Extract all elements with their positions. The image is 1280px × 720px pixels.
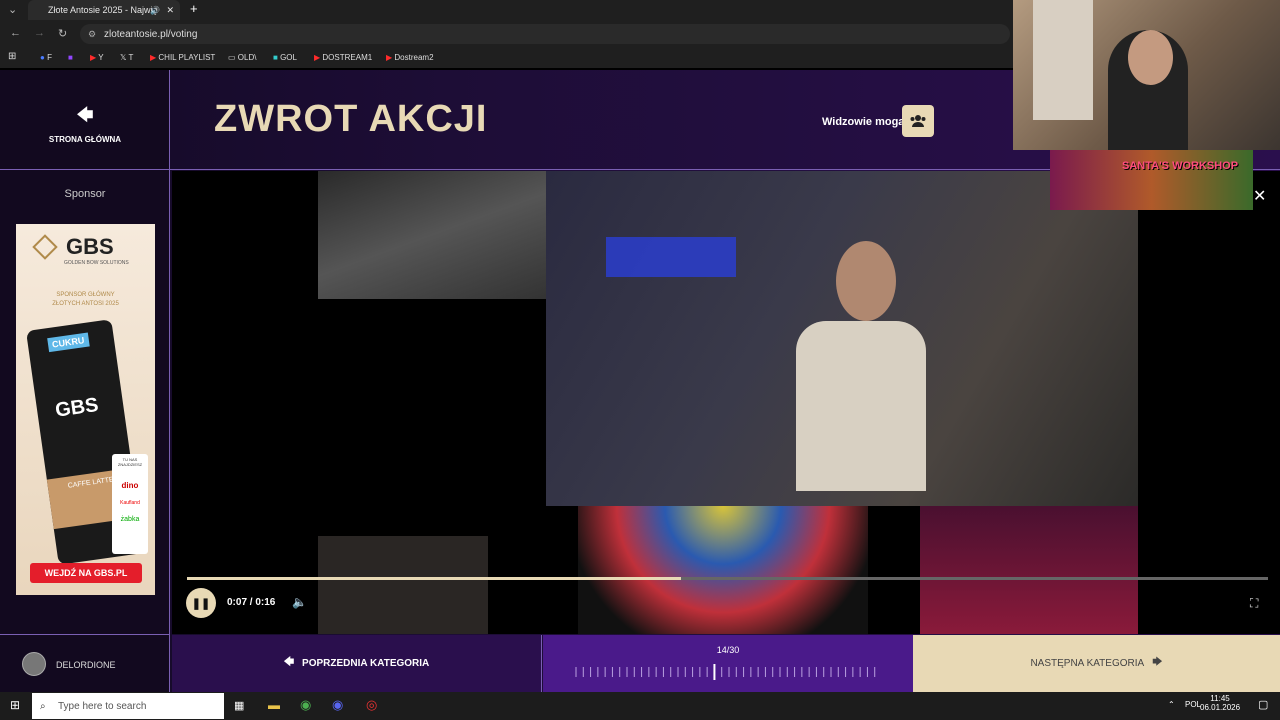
youtube-icon: ▶ — [314, 53, 321, 62]
next-category-button[interactable]: NASTĘPNA KATEGORIA 🡆 — [913, 635, 1280, 692]
bookmark-gol[interactable]: ■ GOL — [273, 53, 297, 62]
clock-time: 11:45 — [1210, 694, 1230, 703]
chrome-icon[interactable]: ◉ — [300, 697, 311, 713]
webcam-overlay — [1013, 0, 1280, 150]
prev-label: POPRZEDNIA KATEGORIA — [302, 658, 430, 669]
back-icon[interactable]: ← — [10, 27, 21, 39]
arrow-right-icon: 🡆 — [1152, 657, 1163, 668]
banner-text: SANTA'S WORKSHOP — [1122, 160, 1239, 172]
home-link[interactable]: 🡄 STRONA GŁÓWNA — [40, 104, 130, 144]
username: DELORDIONE — [56, 660, 116, 670]
bookmark-dostream2[interactable]: ▶ Dostream2 — [386, 53, 434, 62]
ad-brand-sub: GOLDEN BOW SOLUTIONS — [64, 260, 129, 266]
bookmark-y[interactable]: ▶ Y — [90, 53, 104, 62]
arrow-left-icon: 🡄 — [283, 657, 295, 668]
forward-icon[interactable]: → — [34, 27, 45, 39]
apps-icon[interactable]: ⊞ — [8, 51, 16, 62]
shop-zabka: żabka — [120, 516, 140, 523]
home-label: STRONA GŁÓWNA — [48, 135, 122, 144]
browser-tab[interactable]: Złote Antosie 2025 - Najwię 🔊 ✕ — [28, 0, 180, 20]
avatar[interactable] — [22, 652, 46, 676]
shops-title: TU NAS ZNAJDZIESZ — [117, 457, 143, 467]
ad-tagline-2: ZŁOTYCH ANTOSI 2025 — [52, 301, 119, 307]
bookmark-old[interactable]: ▭ OLD\ — [228, 53, 256, 62]
fullscreen-icon[interactable]: ⛶ — [1250, 596, 1258, 611]
shops-panel: TU NAS ZNAJDZIESZ dino Kaufland żabka — [112, 454, 148, 554]
site-info-icon[interactable]: ⚙ — [88, 29, 96, 40]
clock-date: 06.01.2026 — [1200, 703, 1241, 712]
tab-title: Złote Antosie 2025 - Najwię — [48, 5, 158, 15]
video-inset-red — [920, 506, 1138, 634]
file-explorer-icon[interactable]: ▬ — [268, 698, 280, 712]
page-title: ZWROT AKCJI — [214, 98, 488, 140]
progress-fill — [187, 577, 682, 580]
pause-button[interactable]: ❚❚ — [186, 588, 216, 618]
video-inset-streamer — [318, 171, 546, 299]
can-label: CUKRU — [47, 332, 90, 353]
face-shape — [1128, 30, 1173, 85]
folder-icon: ▭ — [228, 53, 236, 62]
window-shape — [1033, 0, 1093, 120]
x-icon: 𝕏 — [120, 53, 127, 62]
overlay-banner — [1050, 150, 1253, 210]
viewers-button[interactable] — [902, 105, 934, 137]
pause-icon: ❚❚ — [191, 597, 211, 610]
youtube-icon: ▶ — [90, 53, 97, 62]
windows-start-icon[interactable]: ⊞ — [10, 698, 20, 712]
video-main-frame — [546, 171, 1138, 506]
video-player[interactable] — [172, 171, 1280, 634]
gbs-logo-icon — [32, 234, 58, 260]
ad-brand: GBS — [66, 234, 114, 259]
close-icon[interactable]: ✕ — [1253, 186, 1266, 206]
youtube-icon: ▶ — [150, 53, 157, 62]
lamp-glow — [606, 237, 736, 277]
task-view-icon[interactable]: ▦ — [234, 699, 244, 712]
can-brand: GBS — [53, 393, 100, 422]
tab-list-icon[interactable]: ⌄ — [8, 3, 17, 16]
sponsor-ad[interactable]: GBS GOLDEN BOW SOLUTIONS SPONSOR GŁÓWNY … — [16, 224, 155, 595]
next-label: NASTĘPNA KATEGORIA — [1030, 658, 1145, 669]
language-indicator[interactable]: POL — [1185, 700, 1201, 709]
search-placeholder: Type here to search — [58, 700, 147, 712]
volume-icon[interactable]: 🔈 — [292, 595, 307, 609]
new-tab-icon[interactable]: + — [190, 1, 198, 16]
discord-icon[interactable]: ◉ — [332, 697, 343, 713]
bookmark-dostream1[interactable]: ▶ DOSTREAM1 — [314, 53, 372, 62]
ad-cta-button[interactable]: WEJDŹ NA GBS.PL — [30, 563, 142, 583]
wheel-image — [578, 506, 868, 634]
notifications-icon[interactable]: ▢ — [1258, 698, 1268, 711]
sponsor-label: Sponsor — [64, 188, 106, 200]
bookmark-f[interactable]: ● F — [40, 53, 52, 62]
url-text: zloteantosie.pl/voting — [104, 28, 198, 40]
clock[interactable]: 11:45 06.01.2026 — [1200, 694, 1240, 712]
viewers-label: Widzowie mogą — [822, 116, 905, 128]
shop-dino: dino — [121, 481, 139, 490]
time-display: 0:07 / 0:16 — [227, 597, 276, 608]
search-icon: ⌕ — [40, 700, 46, 712]
speaker-icon: 🔊 — [150, 5, 160, 15]
url-field[interactable]: ⚙ zloteantosie.pl/voting — [80, 24, 1010, 44]
head-shape — [836, 241, 896, 321]
prev-category-button[interactable]: 🡄 POPRZEDNIA KATEGORIA — [172, 635, 542, 692]
tray-chevron-icon[interactable]: ⌃ — [1168, 700, 1175, 709]
arrow-left-icon: 🡄 — [76, 107, 94, 124]
taskbar-search[interactable]: ⌕ Type here to search — [32, 693, 224, 719]
ad-tagline-1: SPONSOR GŁÓWNY — [56, 292, 115, 298]
reload-icon[interactable]: ↻ — [58, 27, 67, 40]
gol-icon: ■ — [273, 53, 278, 62]
youtube-icon: ▶ — [386, 53, 393, 62]
video-inset-room — [318, 536, 488, 634]
person-shape — [796, 321, 926, 491]
twitch-icon[interactable]: ■ — [68, 53, 73, 62]
facebook-icon: ● — [40, 53, 45, 62]
app-icon[interactable]: ◎ — [366, 697, 377, 713]
close-tab-icon[interactable]: ✕ — [166, 5, 174, 16]
category-ticks — [575, 664, 876, 680]
category-count: 14/30 — [716, 645, 740, 655]
shop-kaufland: Kaufland — [120, 500, 140, 506]
bookmark-chil-playlist[interactable]: ▶ CHIL PLAYLIST — [150, 53, 215, 62]
bookmark-t[interactable]: 𝕏 T — [120, 53, 133, 62]
users-icon — [910, 115, 926, 127]
